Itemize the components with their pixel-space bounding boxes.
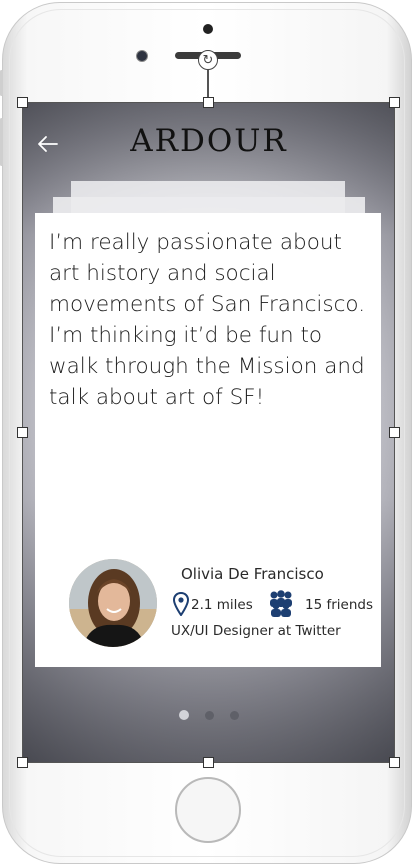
- card-quote: I’m really passionate about art history …: [49, 230, 366, 410]
- front-camera: [136, 50, 148, 62]
- resize-handle-top-left[interactable]: [17, 97, 28, 108]
- distance-text: 2.1 miles: [191, 597, 253, 613]
- resize-handle-middle-left[interactable]: [17, 427, 28, 438]
- friends-group-icon: [265, 589, 297, 623]
- front-sensor: [203, 24, 213, 34]
- page-dot-1[interactable]: [179, 710, 189, 720]
- side-button-left: [0, 70, 3, 96]
- friends-count-text: 15 friends: [305, 597, 373, 613]
- resize-handle-top-right[interactable]: [389, 97, 400, 108]
- resize-handle-middle-right[interactable]: [389, 427, 400, 438]
- page-dot-2[interactable]: [205, 711, 214, 720]
- app-screen: ARDOUR I’m really passionate about art h…: [23, 103, 395, 763]
- brand-logo: ARDOUR: [130, 123, 288, 159]
- pagination-dots: [23, 710, 395, 720]
- resize-handle-bottom-right[interactable]: [389, 757, 400, 768]
- profile-role: UX/UI Designer at Twitter: [171, 623, 341, 639]
- side-button-left-lower: [0, 118, 3, 166]
- resize-handle-bottom-center[interactable]: [203, 757, 214, 768]
- profile-name: Olivia De Francisco: [181, 565, 324, 583]
- profile-stats: 2.1 miles 15 friends: [172, 589, 383, 620]
- home-button[interactable]: [175, 777, 241, 843]
- avatar[interactable]: [69, 559, 157, 647]
- profile-card[interactable]: I’m really passionate about art history …: [35, 213, 381, 667]
- page-dot-3[interactable]: [230, 711, 239, 720]
- location-pin-icon: [172, 591, 190, 620]
- rotate-icon[interactable]: ↻: [198, 50, 218, 70]
- resize-handle-bottom-left[interactable]: [17, 757, 28, 768]
- resize-handle-top-center[interactable]: [203, 97, 214, 108]
